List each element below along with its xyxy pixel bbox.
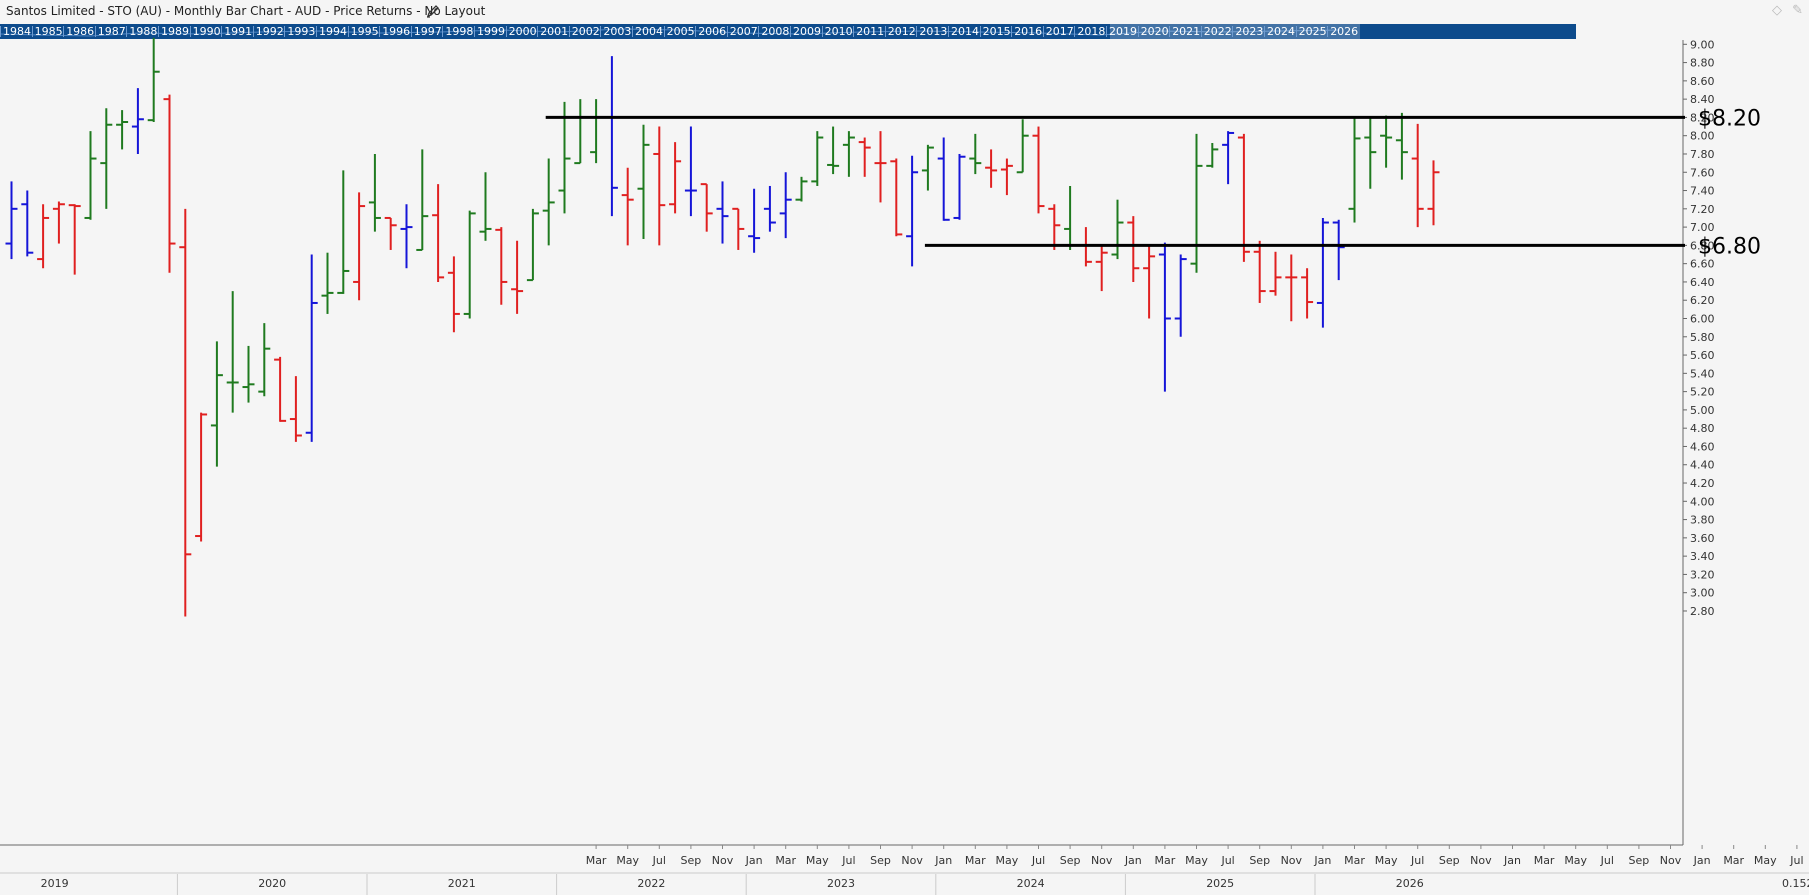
y-tick-label: 9.00 — [1690, 38, 1715, 51]
y-tick-label: 4.00 — [1690, 495, 1715, 508]
x-tick-label: May — [996, 854, 1019, 867]
y-tick-label: 7.00 — [1690, 221, 1715, 234]
year-label: 2024 — [1017, 877, 1045, 890]
x-tick-label: Sep — [1060, 854, 1081, 867]
x-tick-label: Mar — [1344, 854, 1365, 867]
y-tick-label: 2.80 — [1690, 605, 1715, 618]
year-label: 2025 — [1206, 877, 1234, 890]
x-tick-label: Jan — [934, 854, 952, 867]
x-tick-label: Mar — [586, 854, 607, 867]
x-tick-label: Mar — [1723, 854, 1744, 867]
y-tick-label: 6.40 — [1690, 276, 1715, 289]
x-tick-label: Jul — [841, 854, 855, 867]
x-tick-label: May — [616, 854, 639, 867]
x-tick-label: Nov — [1470, 854, 1492, 867]
year-label: 2026 — [1396, 877, 1424, 890]
x-tick-label: May — [1754, 854, 1777, 867]
y-tick-label: 7.80 — [1690, 148, 1715, 161]
x-tick-label: Sep — [1249, 854, 1270, 867]
year-label: 2021 — [448, 877, 476, 890]
y-tick-label: 6.20 — [1690, 294, 1715, 307]
x-tick-label: Sep — [870, 854, 891, 867]
x-tick-label: May — [806, 854, 829, 867]
x-tick-label: Nov — [712, 854, 734, 867]
x-tick-label: Jul — [1410, 854, 1424, 867]
y-tick-label: 7.60 — [1690, 166, 1715, 179]
x-tick-label: Jan — [1693, 854, 1711, 867]
x-tick-label: Jul — [1031, 854, 1045, 867]
x-tick-label: May — [1375, 854, 1398, 867]
y-tick-label: 7.20 — [1690, 203, 1715, 216]
x-tick-label: Jan — [1503, 854, 1521, 867]
y-tick-label: 3.20 — [1690, 568, 1715, 581]
y-tick-label: 8.00 — [1690, 130, 1715, 143]
plot-area — [0, 40, 1683, 845]
x-tick-label: Nov — [1091, 854, 1113, 867]
y-tick-label: 4.40 — [1690, 459, 1715, 472]
x-tick-label: Jul — [652, 854, 666, 867]
x-tick-label: May — [1185, 854, 1208, 867]
year-label: 2022 — [637, 877, 665, 890]
y-tick-label: 4.20 — [1690, 477, 1715, 490]
x-tick-label: Nov — [1281, 854, 1303, 867]
level-label: $6.80 — [1698, 234, 1761, 259]
y-tick-label: 5.80 — [1690, 331, 1715, 344]
y-tick-label: 6.00 — [1690, 313, 1715, 326]
x-tick-label: Jan — [1124, 854, 1142, 867]
y-tick-label: 7.40 — [1690, 185, 1715, 198]
x-tick-label: Nov — [901, 854, 923, 867]
x-tick-label: Jul — [1600, 854, 1614, 867]
x-tick-label: Sep — [1439, 854, 1460, 867]
y-tick-label: 8.80 — [1690, 57, 1715, 70]
y-tick-label: 4.80 — [1690, 422, 1715, 435]
year-label: 2019 — [41, 877, 69, 890]
x-tick-label: Sep — [681, 854, 702, 867]
x-tick-label: May — [1564, 854, 1587, 867]
y-tick-label: 5.60 — [1690, 349, 1715, 362]
y-tick-label: 3.80 — [1690, 514, 1715, 527]
y-tick-label: 8.60 — [1690, 75, 1715, 88]
level-label: $8.20 — [1698, 106, 1761, 131]
x-tick-label: Jul — [1789, 854, 1803, 867]
x-tick-label: Mar — [1155, 854, 1176, 867]
corner-value: 0.152 — [1782, 877, 1809, 890]
y-tick-label: 5.00 — [1690, 404, 1715, 417]
y-tick-label: 5.40 — [1690, 367, 1715, 380]
year-label: 2023 — [827, 877, 855, 890]
year-label: 2020 — [258, 877, 286, 890]
x-tick-label: Mar — [1534, 854, 1555, 867]
x-tick-label: Jan — [745, 854, 763, 867]
y-tick-label: 3.40 — [1690, 550, 1715, 563]
price-chart: 2.80 3.00 3.20 3.40 3.60 3.80 4.00 4.20 4.40 4.60… — [0, 37, 1809, 895]
x-tick-label: Mar — [965, 854, 986, 867]
y-tick-label: 3.00 — [1690, 587, 1715, 600]
x-tick-label: Jul — [1220, 854, 1234, 867]
y-tick-label: 6.60 — [1690, 258, 1715, 271]
y-tick-label: 8.40 — [1690, 93, 1715, 106]
x-tick-label: Jan — [1313, 854, 1331, 867]
x-tick-label: Sep — [1629, 854, 1650, 867]
y-tick-label: 4.60 — [1690, 440, 1715, 453]
x-tick-label: Mar — [775, 854, 796, 867]
y-tick-label: 5.20 — [1690, 386, 1715, 399]
y-tick-label: 3.60 — [1690, 532, 1715, 545]
x-tick-label: Nov — [1660, 854, 1682, 867]
